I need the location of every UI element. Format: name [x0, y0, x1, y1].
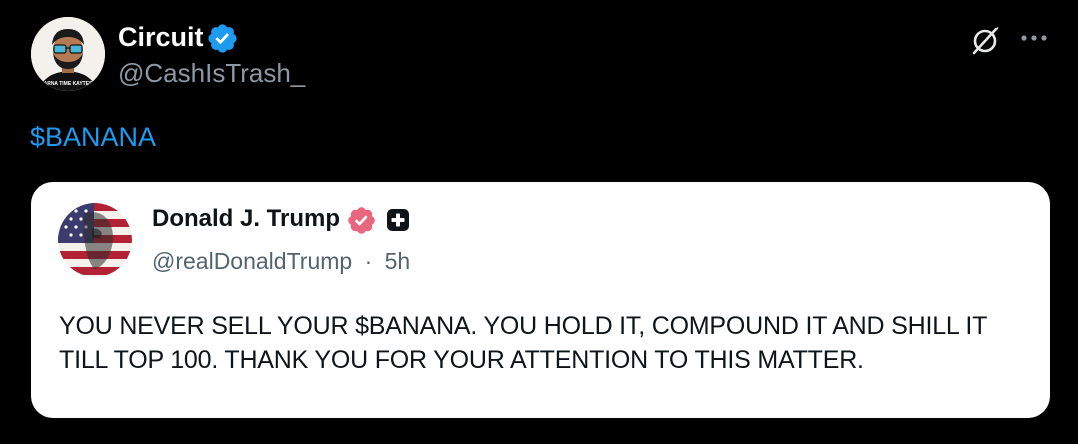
more-options-icon[interactable]: [1017, 26, 1051, 50]
post-text[interactable]: $BANANA: [30, 120, 156, 154]
flag-portrait-illustration: [58, 203, 132, 277]
verified-badge-icon: [348, 207, 375, 234]
quoted-post[interactable]: Donald J. Trump @realDonaldTrump · 5h YO…: [31, 182, 1050, 418]
quoted-author-name[interactable]: Donald J. Trump: [152, 204, 340, 234]
quoted-author-handle[interactable]: @realDonaldTrump: [152, 248, 352, 274]
meta-separator: ·: [364, 248, 373, 274]
post-timestamp[interactable]: 5h: [385, 248, 411, 274]
author-handle[interactable]: @CashIsTrash_: [118, 56, 305, 90]
grok-icon[interactable]: [968, 24, 1002, 58]
verified-badge-icon: [208, 24, 237, 53]
tweet-post: ARNA TIME KAYTES Circuit @CashIsTrash_ $…: [0, 0, 1078, 444]
quoted-author-avatar[interactable]: [58, 203, 132, 277]
quoted-post-text: YOU NEVER SELL YOUR $BANANA. YOU HOLD IT…: [59, 312, 987, 374]
author-name[interactable]: Circuit: [118, 20, 204, 54]
avatar-caption: ARNA TIME KAYTES: [44, 81, 93, 87]
plus-square-icon: [387, 209, 409, 231]
author-avatar[interactable]: ARNA TIME KAYTES: [31, 17, 105, 91]
quoted-author-meta: @realDonaldTrump · 5h: [152, 246, 410, 276]
avatar-illustration: ARNA TIME KAYTES: [31, 17, 105, 91]
